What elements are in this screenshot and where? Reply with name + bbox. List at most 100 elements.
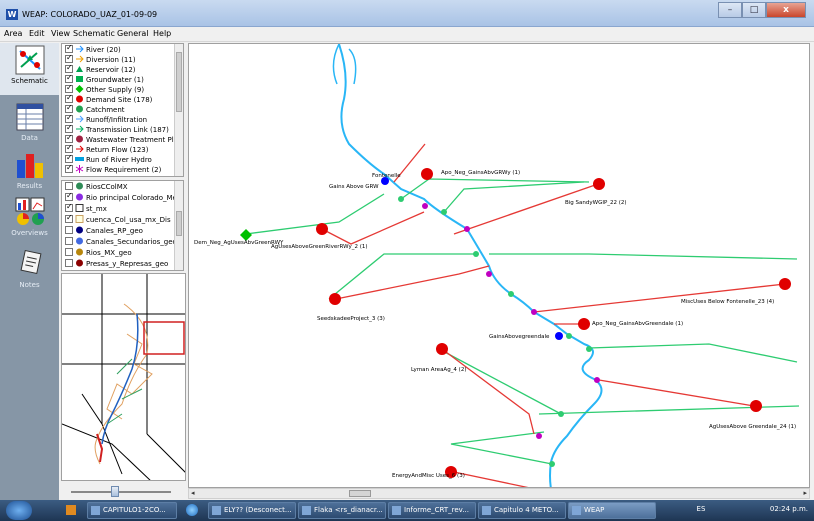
flow-node[interactable]: [473, 251, 479, 257]
overview-minimap[interactable]: [61, 273, 186, 481]
demand-site[interactable]: [779, 278, 791, 290]
flow-node[interactable]: [441, 209, 447, 215]
legend-checkbox[interactable]: [65, 93, 73, 103]
layer-item[interactable]: Canales_Secundarios_geo: [65, 237, 177, 247]
flow-node[interactable]: [586, 346, 592, 352]
taskbar-app[interactable]: Informe_CRT_rev...: [388, 502, 476, 519]
layer-item[interactable]: Canales_RP_geo: [65, 226, 143, 236]
taskbar-app[interactable]: Flaka <rs_dianacr...: [298, 502, 386, 519]
legend-item-reservoir[interactable]: Reservoir (12): [65, 63, 136, 75]
return-flow[interactable]: [453, 183, 599, 235]
menu-help[interactable]: Help: [153, 29, 171, 38]
legend-checkbox[interactable]: [65, 53, 73, 63]
return-flow[interactable]: [598, 379, 755, 407]
view-data-button[interactable]: Data: [0, 100, 59, 152]
demand-site[interactable]: [316, 223, 328, 235]
legend-checkbox[interactable]: [65, 103, 73, 113]
layer-checkbox[interactable]: [65, 226, 73, 234]
layer-checkbox[interactable]: [65, 202, 73, 212]
demand-site[interactable]: [329, 293, 341, 305]
layer-item[interactable]: Rio principal Colorado_Mex: [65, 191, 181, 203]
legend-item-flow-requirement[interactable]: Flow Requirement (2): [65, 163, 161, 175]
return-flow[interactable]: [453, 471, 549, 488]
river-line[interactable]: [338, 44, 603, 488]
schematic-canvas[interactable]: Fontenelle Gains Above GRW Apo_Neg_Gains…: [189, 44, 810, 488]
legend-checkbox[interactable]: [65, 143, 73, 153]
transmission-link[interactable]: [400, 178, 590, 200]
language-indicator[interactable]: ES: [697, 505, 706, 513]
legend-item-wastewater[interactable]: Wastewater Treatment Plant: [65, 133, 183, 145]
minimize-button[interactable]: –: [718, 2, 742, 18]
scroll-left-arrow-icon[interactable]: ◂: [191, 489, 195, 497]
flow-node[interactable]: [531, 309, 537, 315]
legend-item-runoff[interactable]: Runoff/Infiltration: [65, 113, 147, 125]
menu-area[interactable]: Area: [4, 29, 22, 38]
zoom-slider[interactable]: [61, 483, 184, 499]
demand-site[interactable]: [593, 178, 605, 190]
demand-site[interactable]: [436, 343, 448, 355]
legend-item-run-of-river[interactable]: Run of River Hydro: [65, 153, 152, 165]
legend-checkbox[interactable]: [65, 153, 73, 163]
layer-checkbox[interactable]: [65, 248, 73, 256]
return-flow[interactable]: [321, 211, 425, 245]
view-results-button[interactable]: Results: [0, 148, 59, 200]
scroll-right-arrow-icon[interactable]: ▸: [803, 489, 807, 497]
transmission-link[interactable]: [489, 253, 798, 260]
layer-item[interactable]: RiosCColMX: [65, 182, 128, 192]
flow-node[interactable]: [508, 291, 514, 297]
gains-node[interactable]: [555, 332, 563, 340]
legend-item-diversion[interactable]: Diversion (11): [65, 53, 136, 65]
legend-item-river[interactable]: River (20): [65, 44, 121, 55]
flow-node[interactable]: [486, 271, 492, 277]
flow-node[interactable]: [536, 433, 542, 439]
view-overviews-button[interactable]: Overviews: [0, 195, 59, 247]
return-flow[interactable]: [533, 283, 786, 313]
legend-scrollbar[interactable]: [174, 44, 183, 176]
flow-node[interactable]: [558, 411, 564, 417]
menu-schematic[interactable]: Schematic: [73, 29, 115, 38]
layer-scrollbar[interactable]: [174, 181, 183, 270]
maximize-button[interactable]: □: [742, 2, 766, 18]
transmission-link[interactable]: [443, 181, 585, 213]
legend-item-catchment[interactable]: Catchment: [65, 103, 125, 115]
taskbar-app[interactable]: CAPITULO1-2CO...: [87, 502, 177, 519]
demand-site[interactable]: [578, 318, 590, 330]
legend-item-transmission-link[interactable]: Transmission Link (187): [65, 123, 169, 135]
view-notes-button[interactable]: Notes: [0, 247, 59, 299]
layer-item[interactable]: Rios_MX_geo: [65, 248, 132, 258]
layer-checkbox[interactable]: [65, 259, 73, 267]
legend-checkbox[interactable]: [65, 123, 73, 133]
layer-checkbox[interactable]: [65, 191, 73, 201]
flow-node[interactable]: [566, 333, 572, 339]
legend-item-groundwater[interactable]: Groundwater (1): [65, 73, 144, 85]
legend-checkbox[interactable]: [65, 63, 73, 73]
close-button[interactable]: x: [766, 2, 806, 18]
legend-item-demand-site[interactable]: Demand Site (178): [65, 93, 152, 105]
layer-checkbox[interactable]: [65, 182, 73, 190]
flow-node[interactable]: [422, 203, 428, 209]
legend-checkbox[interactable]: [65, 44, 73, 53]
start-button[interactable]: [6, 501, 32, 520]
flow-node[interactable]: [594, 377, 600, 383]
layer-checkbox[interactable]: [65, 213, 73, 223]
flow-node[interactable]: [464, 226, 470, 232]
zoom-slider-thumb[interactable]: [111, 486, 119, 497]
flow-node[interactable]: [398, 196, 404, 202]
view-schematic-button[interactable]: Schematic: [0, 43, 59, 95]
legend-item-return-flow[interactable]: Return Flow (123): [65, 143, 148, 155]
legend-checkbox[interactable]: [65, 83, 73, 93]
menu-general[interactable]: General: [117, 29, 149, 38]
transmission-link[interactable]: [588, 343, 798, 363]
scrollbar-thumb[interactable]: [349, 490, 371, 497]
clock[interactable]: 02:24 p.m.: [770, 505, 808, 513]
layer-item[interactable]: Presas_y_Represas_geo: [65, 259, 168, 269]
map-horizontal-scrollbar[interactable]: ◂ ▸: [188, 488, 810, 499]
transmission-link[interactable]: [245, 193, 385, 235]
layer-checkbox[interactable]: [65, 237, 73, 245]
legend-checkbox[interactable]: [65, 133, 73, 143]
legend-checkbox[interactable]: [65, 163, 73, 173]
transmission-link[interactable]: [438, 348, 562, 415]
legend-checkbox[interactable]: [65, 113, 73, 123]
taskbar-app[interactable]: WEAP: [568, 502, 656, 519]
taskbar-app[interactable]: ELY?? (Desconect...: [208, 502, 296, 519]
